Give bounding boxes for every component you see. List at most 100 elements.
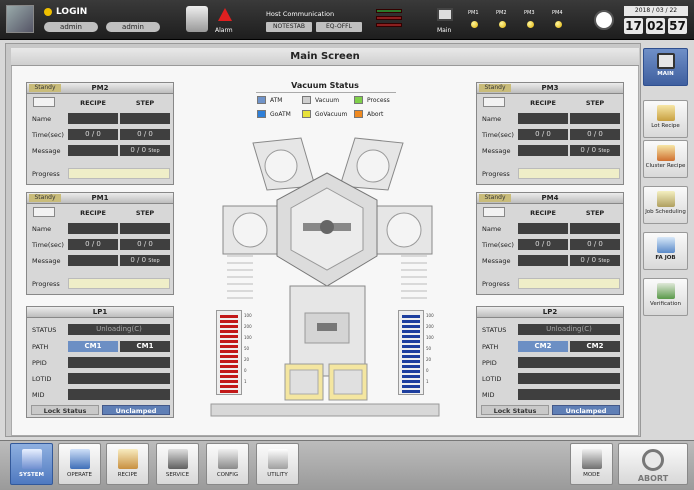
lp1-path-label: PATH [32,343,49,351]
pm2-step-count: 0 / 0 Step [120,145,170,156]
pm4-message-box [518,255,568,266]
pm4-header: Standy PM4 [477,193,623,204]
legend-swatch-atm [257,96,266,104]
transfer-chamber[interactable] [276,172,378,287]
pm3-tool-icon[interactable] [483,97,505,107]
pm3-progress-bar [518,168,620,179]
bottom-utility-button[interactable]: UTILITY [256,443,299,485]
lp2-header: LP2 [477,307,623,318]
lp2-mid-value [518,389,620,400]
loadport-slots-left [227,255,253,299]
bottom-operate-button[interactable]: OPERATE [58,443,101,485]
main-monitor-icon[interactable] [437,8,453,21]
chamber-pm3[interactable] [339,137,404,191]
sidebar-item-cluster-recipe-label: Cluster Recipe [645,163,686,169]
gauge-right-tick-4: 50 [426,346,432,351]
gauge-segment [402,385,420,388]
lp2-path-selected[interactable]: CM2 [518,341,568,352]
cassette-left[interactable] [284,363,324,401]
bottom-system-label: SYSTEM [19,472,44,478]
status-led-bar-1 [376,9,402,13]
pressure-gauge-left-bars [218,313,240,393]
chamber-pm4[interactable] [376,205,433,255]
bottom-system-button[interactable]: SYSTEM [10,443,53,485]
pm1-progress-bar [68,278,170,289]
pm1-tool-icon[interactable] [33,207,55,217]
chamber-pm1[interactable] [222,205,279,255]
abort-icon [642,449,664,471]
host-button-2[interactable]: EQ-OFFL [316,22,362,32]
lp1-path-target[interactable]: CM1 [120,341,170,352]
sidebar-item-fa-job-label: FA JOB [655,255,676,261]
lp2-path-target[interactable]: CM2 [570,341,620,352]
gauge-segment [220,355,238,358]
mode-button[interactable]: MODE [570,443,613,485]
lp1-lock-status-button[interactable]: Lock Status [31,405,99,415]
gauge-segment [402,365,420,368]
pm4-tool-icon[interactable] [483,207,505,217]
bottom-recipe-label: RECIPE [117,472,138,478]
sidebar-item-job-scheduling[interactable]: Job Scheduling [643,186,688,224]
pm2-message-label: Message [32,147,61,155]
sidebar-item-fa-job[interactable]: FA JOB [643,232,688,270]
pm1-time-label: Time(sec) [32,241,64,249]
lp1-lotid-value [68,373,170,384]
user-field-1: admin [44,22,98,32]
lp1-path-selected[interactable]: CM1 [68,341,118,352]
config-tools-icon [217,449,238,469]
chamber-pm2[interactable] [252,137,316,191]
pm2-progress-label: Progress [32,170,60,178]
cluster-recipe-icon [656,145,675,161]
load-lock[interactable] [289,285,366,377]
sidebar-item-cluster-recipe[interactable]: Cluster Recipe [643,140,688,178]
lp2-title: LP2 [542,308,558,316]
user-avatar[interactable] [6,5,34,33]
pm4-time-step: 0 / 0 [570,239,620,250]
gauge-segment [402,390,420,393]
pm4-time-label: Time(sec) [482,241,514,249]
gauge-segment [220,350,238,353]
bottom-recipe-button[interactable]: RECIPE [106,443,149,485]
host-button-1[interactable]: NOTESTAB [266,22,312,32]
gauge-segment [220,390,238,393]
loadport-slots-right [401,255,427,299]
mode-label: MODE [583,472,600,478]
sidebar-item-main[interactable]: MAIN [643,48,688,86]
gauge-segment [402,325,420,328]
time-seconds: 57 [668,18,687,34]
legend-label-goatm: GoATM [270,111,291,118]
lp2-status-value: Unloading(C) [518,324,620,335]
bottom-utility-label: UTILITY [267,472,288,478]
sidebar-item-verification[interactable]: Verification [643,278,688,316]
bottom-service-button[interactable]: SERVICE [156,443,199,485]
pm2-tool-icon[interactable] [33,97,55,107]
lp2-lock-status-button[interactable]: Lock Status [481,405,549,415]
bottom-operate-label: OPERATE [67,472,92,478]
lp1-unclamped-button[interactable]: Unclamped [102,405,170,415]
gauge-left-tick-6: 0 [244,368,247,373]
mode-icon [581,449,602,469]
pm2-progress-bar [68,168,170,179]
pm-led-1 [471,21,478,28]
cassette-right[interactable] [328,363,368,401]
alarm-icon[interactable] [218,8,232,21]
abort-label: ABORT [637,474,669,483]
lp2-unclamped-button[interactable]: Unclamped [552,405,620,415]
abort-button[interactable]: ABORT [618,443,688,485]
sidebar-item-lot-recipe[interactable]: Lot Recipe [643,100,688,138]
pm1-step-count: 0 / 0 Step [120,255,170,266]
gauge-segment [402,335,420,338]
main-screen-title: Main Screen [11,48,639,66]
pm1-recipe-header: RECIPE [80,209,106,217]
vacuum-status-title: Vacuum Status [291,81,359,90]
bottom-config-button[interactable]: CONFIG [206,443,249,485]
monitor-icon [656,53,675,69]
gauge-segment [220,330,238,333]
robot-icon[interactable] [186,6,208,32]
pm4-name-step [570,223,620,234]
lp2-lotid-value [518,373,620,384]
sidebar-item-verification-label: Verification [650,301,681,307]
gauge-left-tick-4: 50 [244,346,250,351]
lp1-lotid-label: LOTID [32,375,52,383]
pm3-time-recipe: 0 / 0 [518,129,568,140]
